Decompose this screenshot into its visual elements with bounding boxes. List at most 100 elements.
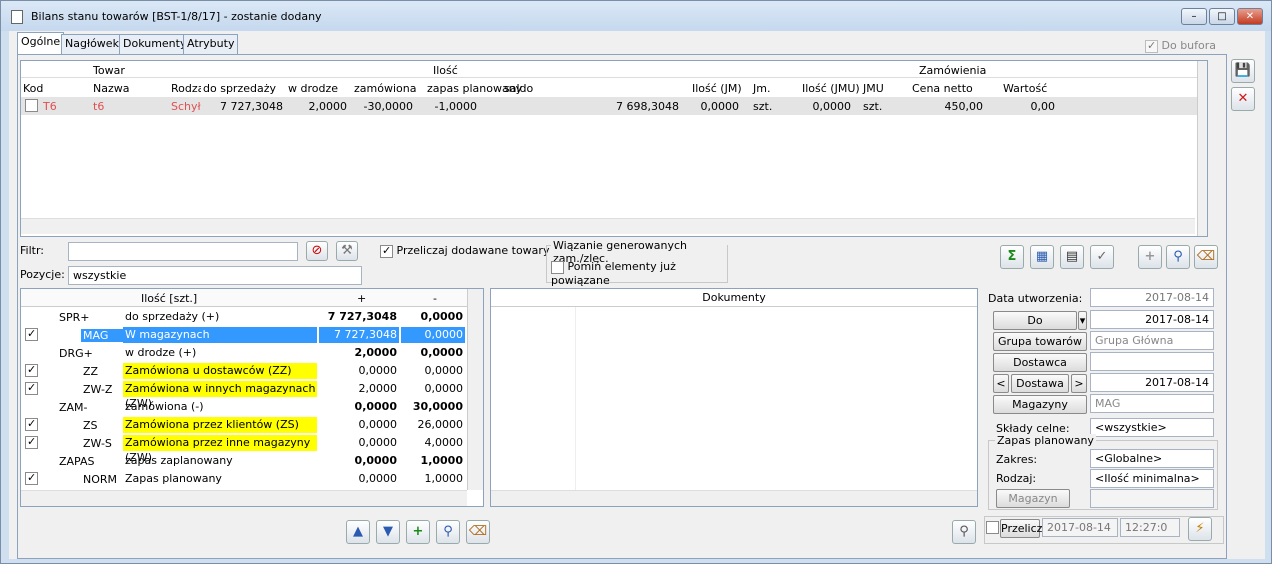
tree-row[interactable]: DRG+ w drodze (+) 2,0000 0,0000 bbox=[21, 344, 467, 362]
tree-v-scrollbar[interactable] bbox=[467, 289, 483, 490]
tree-row[interactable]: NORM Zapas planowany 0,0000 1,0000 bbox=[21, 470, 467, 488]
sum-icon[interactable]: Σ bbox=[1000, 245, 1024, 269]
col-wartosc[interactable]: Wartość bbox=[1003, 82, 1047, 95]
tree-row-minus: 30,0000 bbox=[412, 400, 463, 413]
tree-row-checkbox[interactable] bbox=[25, 435, 38, 449]
main-window: Bilans stanu towarów [BST-1/8/17] - zost… bbox=[0, 0, 1272, 564]
calendar-icon[interactable]: ▤ bbox=[1060, 245, 1084, 269]
do-button[interactable]: Do bbox=[993, 311, 1077, 330]
rodzaj-select[interactable]: <Ilość minimalna> bbox=[1090, 469, 1214, 488]
save-icon[interactable]: 💾 bbox=[1231, 59, 1255, 83]
tree-row-checkbox[interactable] bbox=[25, 471, 38, 485]
col-ilosc-jm[interactable]: Ilość (JM) bbox=[692, 82, 742, 95]
col-kod[interactable]: Kod bbox=[23, 82, 43, 95]
do-date-field[interactable]: 2017-08-14 bbox=[1090, 310, 1214, 329]
delete-row-icon[interactable]: ⌫ bbox=[466, 520, 490, 544]
generate-icon[interactable]: ▦ bbox=[1030, 245, 1054, 269]
grid-h-scrollbar[interactable] bbox=[21, 218, 1195, 234]
grid-v-scrollbar[interactable] bbox=[1197, 61, 1207, 236]
calculate-icon[interactable]: ⚡ bbox=[1188, 517, 1212, 541]
tree-row-minus: 4,0000 bbox=[424, 436, 464, 449]
quantity-tree[interactable]: Ilość [szt.] + - SPR+ do sprzedaży (+) 7 7… bbox=[20, 288, 484, 507]
dostawa-date-field[interactable]: 2017-08-14 bbox=[1090, 373, 1214, 392]
tree-h-scrollbar[interactable] bbox=[21, 490, 467, 506]
do-bufora-option[interactable]: Do bufora bbox=[1145, 39, 1216, 53]
clear-filter-icon[interactable]: ⊘ bbox=[306, 241, 328, 261]
close-window-button[interactable]: ✕ bbox=[1237, 8, 1263, 25]
dostawa-button[interactable]: Dostawa bbox=[1011, 374, 1069, 393]
grid-column-header: Kod Nazwa Rodza do sprzedaży w drodze za… bbox=[21, 79, 1207, 96]
search-icon[interactable]: ⚲ bbox=[1166, 245, 1190, 269]
col-jm[interactable]: Jm. bbox=[753, 82, 770, 95]
col-rodzaj[interactable]: Rodza bbox=[171, 82, 201, 95]
tree-row-name: zapas zaplanowany bbox=[125, 454, 233, 467]
zakres-select[interactable]: <Globalne> bbox=[1090, 449, 1214, 468]
magazyn-button[interactable]: Magazyn bbox=[996, 489, 1070, 508]
tree-row[interactable]: SPR+ do sprzedaży (+) 7 727,3048 0,0000 bbox=[21, 308, 467, 326]
col-nazwa[interactable]: Nazwa bbox=[93, 82, 129, 95]
tree-row-plus: 0,0000 bbox=[354, 454, 397, 467]
tree-row[interactable]: ZS Zamówiona przez klientów (ZS) 0,0000 26,… bbox=[21, 416, 467, 434]
przelicz-button[interactable]: Przelicz bbox=[1000, 519, 1042, 538]
tree-row-checkbox[interactable] bbox=[25, 327, 38, 341]
docs-search-icon[interactable]: ⚲ bbox=[952, 520, 976, 544]
move-up-icon[interactable]: ▲ bbox=[346, 520, 370, 544]
tree-row[interactable]: ZW-S Zamówiona przez inne magazyny (ZW) 0,… bbox=[21, 434, 467, 464]
search-row-icon[interactable]: ⚲ bbox=[436, 520, 460, 544]
magazyn-select[interactable] bbox=[1090, 489, 1214, 508]
magazyny-button[interactable]: Magazyny bbox=[993, 395, 1087, 414]
minimize-button[interactable]: – bbox=[1181, 8, 1207, 25]
row-cena: 450,00 bbox=[944, 100, 984, 113]
check-list-icon[interactable]: ✓ bbox=[1090, 245, 1114, 269]
przelicz-checkbox[interactable] bbox=[986, 521, 999, 534]
pozycje-select[interactable]: wszystkie bbox=[68, 266, 362, 285]
filtr-input[interactable] bbox=[68, 242, 298, 261]
table-row[interactable]: T6 t6 Schył 7 727,3048 2,0000 -30,0000 -… bbox=[21, 97, 1203, 115]
do-dropdown[interactable]: ▾ bbox=[1078, 311, 1087, 330]
dostawa-prev-button[interactable]: < bbox=[993, 374, 1009, 393]
dostawa-next-button[interactable]: > bbox=[1071, 374, 1087, 393]
pomin-option[interactable]: Pomiń elementy już powiązane bbox=[551, 260, 727, 287]
tree-row[interactable]: MAGW magazynach7 727,30480,0000 bbox=[21, 326, 467, 344]
tree-row[interactable]: ZW-Z Zamówiona w innych magazynach (ZW) 2,… bbox=[21, 380, 467, 410]
tree-row[interactable]: ZZ Zamówiona u dostawców (ZZ) 0,0000 0,0000 bbox=[21, 362, 467, 380]
tree-row[interactable]: ZAM-zamówiona (-) 0,0000 30,0000 bbox=[21, 398, 467, 416]
col-cena-netto[interactable]: Cena netto bbox=[912, 82, 973, 95]
docs-h-scrollbar[interactable] bbox=[491, 490, 977, 506]
tree-row-minus: 26,0000 bbox=[417, 418, 464, 431]
tab-ogolne[interactable]: Ogólne bbox=[17, 32, 65, 55]
sklady-select[interactable]: <wszystkie> bbox=[1090, 418, 1214, 437]
maximize-button[interactable]: □ bbox=[1209, 8, 1235, 25]
pomin-checkbox[interactable] bbox=[551, 260, 564, 274]
col-saldo[interactable]: saldo bbox=[504, 82, 533, 95]
przeliczaj-option[interactable]: Przeliczaj dodawane towary bbox=[380, 244, 549, 258]
tree-row-checkbox[interactable] bbox=[25, 417, 38, 431]
row-checkbox[interactable] bbox=[25, 99, 38, 112]
tab-atrybuty[interactable]: Atrybuty bbox=[183, 34, 239, 54]
tab-naglowek[interactable]: Nagłówek bbox=[61, 34, 123, 54]
move-down-icon[interactable]: ▼ bbox=[376, 520, 400, 544]
items-grid[interactable]: Towar Ilość Zamówienia Kod Nazwa Rodza d… bbox=[20, 60, 1208, 237]
col-zamowiona[interactable]: zamówiona bbox=[354, 82, 416, 95]
tree-row-minus: 1,0000 bbox=[420, 454, 463, 467]
cancel-icon[interactable]: ✕ bbox=[1231, 87, 1255, 111]
dostawca-button[interactable]: Dostawca bbox=[993, 353, 1087, 372]
col-do-sprzedazy[interactable]: do sprzedaży bbox=[203, 82, 276, 95]
col-jmu[interactable]: JMU bbox=[863, 82, 884, 95]
trash-icon[interactable]: ⌫ bbox=[1194, 245, 1218, 269]
do-bufora-checkbox[interactable] bbox=[1145, 39, 1158, 53]
add-row-icon[interactable]: + bbox=[406, 520, 430, 544]
col-w-drodze[interactable]: w drodze bbox=[288, 82, 338, 95]
col-ilosc-jmu[interactable]: Ilość (JMU) bbox=[802, 82, 860, 95]
documents-panel[interactable]: Dokumenty bbox=[490, 288, 978, 507]
tree-row-name: zamówiona (-) bbox=[125, 400, 204, 413]
tab-dokumenty[interactable]: Dokumenty bbox=[119, 34, 191, 54]
tree-row[interactable]: ZAPAS zapas zaplanowany 0,0000 1,0000 bbox=[21, 452, 467, 470]
filter-builder-icon[interactable]: ⚒ bbox=[336, 241, 358, 261]
tree-row-checkbox[interactable] bbox=[25, 381, 38, 395]
przeliczaj-label: Przeliczaj dodawane towary bbox=[396, 244, 550, 257]
add-icon[interactable]: + bbox=[1138, 245, 1162, 269]
tree-row-checkbox[interactable] bbox=[25, 363, 38, 377]
grupa-towarow-button[interactable]: Grupa towarów bbox=[993, 332, 1087, 351]
przeliczaj-checkbox[interactable] bbox=[380, 244, 393, 258]
